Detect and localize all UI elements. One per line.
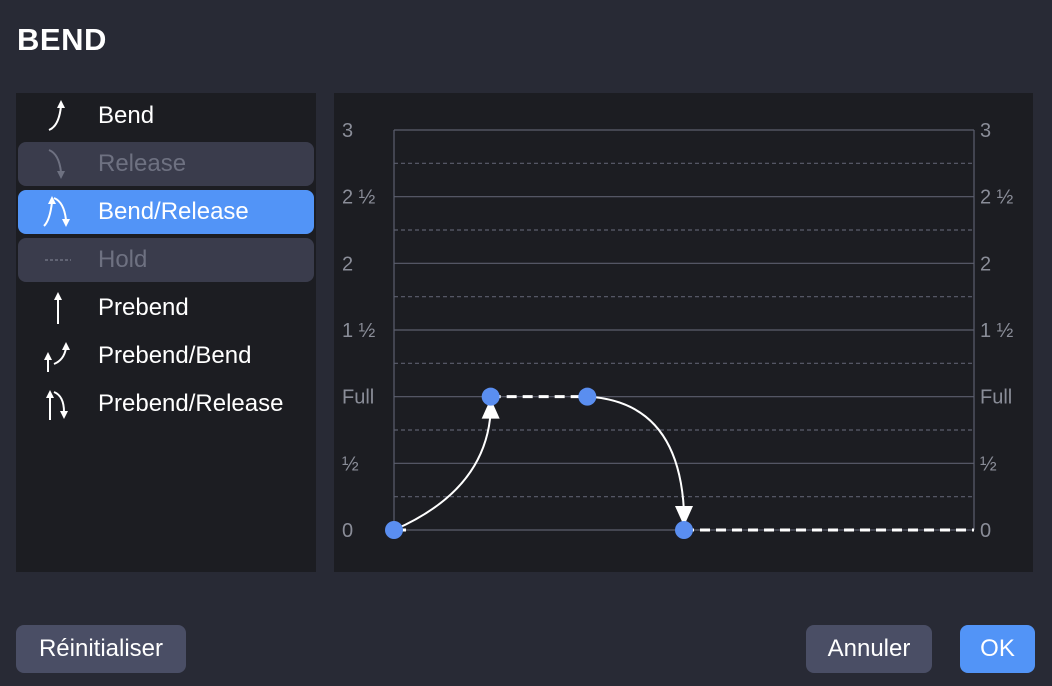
y-tick-label: Full xyxy=(980,387,1012,409)
bend-release-icon xyxy=(18,190,98,234)
type-label: Bend xyxy=(98,102,155,129)
release-icon xyxy=(18,142,98,186)
bend-graph[interactable]: 3 2 ½ 2 1 ½ Full ½ 0 3 2 ½ 2 1 ½ Full ½ 0 xyxy=(334,93,1033,572)
y-tick-label: 0 xyxy=(342,520,353,542)
y-tick-label: 2 ½ xyxy=(342,187,376,209)
bend-type-list: Bend Release Bend/Release Hold Prebend P… xyxy=(16,93,316,572)
y-tick-label: 2 xyxy=(342,253,353,275)
type-item-hold[interactable]: Hold xyxy=(18,238,314,282)
bend-point-handle xyxy=(385,521,403,539)
type-label: Prebend xyxy=(98,294,189,321)
type-item-prebend-bend[interactable]: Prebend/Bend xyxy=(18,334,314,378)
prebend-icon xyxy=(18,286,98,330)
y-tick-label: 1 ½ xyxy=(980,320,1014,342)
y-axis-labels-right: 3 2 ½ 2 1 ½ Full ½ 0 xyxy=(980,120,1014,542)
type-label: Prebend/Release xyxy=(98,390,284,417)
bend-point-handle xyxy=(578,387,597,406)
prebend-release-icon xyxy=(18,382,98,426)
y-tick-label: ½ xyxy=(342,453,359,475)
bend-point-handle xyxy=(481,387,500,406)
y-axis-labels-left: 3 2 ½ 2 1 ½ Full ½ 0 xyxy=(342,120,376,542)
y-tick-label: 3 xyxy=(342,120,353,142)
reset-button[interactable]: Réinitialiser xyxy=(16,625,186,673)
y-tick-label: 3 xyxy=(980,120,991,142)
y-tick-label: 2 xyxy=(980,253,991,275)
graph-grid xyxy=(393,129,975,531)
bend-icon xyxy=(18,94,98,138)
type-item-prebend-release[interactable]: Prebend/Release xyxy=(18,382,314,426)
type-item-bend-release[interactable]: Bend/Release xyxy=(18,190,314,234)
prebend-bend-icon xyxy=(18,334,98,378)
cancel-button[interactable]: Annuler xyxy=(806,625,932,673)
release-segment xyxy=(587,395,685,513)
type-item-bend[interactable]: Bend xyxy=(18,94,314,138)
type-item-prebend[interactable]: Prebend xyxy=(18,286,314,330)
y-tick-label: ½ xyxy=(980,453,997,475)
y-tick-label: 1 ½ xyxy=(342,320,376,342)
type-label: Bend/Release xyxy=(98,198,249,225)
type-label: Hold xyxy=(98,246,148,273)
bend-point-handle xyxy=(675,521,693,539)
type-item-release[interactable]: Release xyxy=(18,142,314,186)
dialog-title: BEND xyxy=(17,22,107,57)
y-tick-label: Full xyxy=(342,387,374,409)
hold-icon xyxy=(18,238,98,282)
type-label: Release xyxy=(98,150,187,177)
type-label: Prebend/Bend xyxy=(98,342,252,369)
y-tick-label: 2 ½ xyxy=(980,187,1014,209)
ok-button[interactable]: OK xyxy=(960,625,1035,673)
y-tick-label: 0 xyxy=(980,520,991,542)
